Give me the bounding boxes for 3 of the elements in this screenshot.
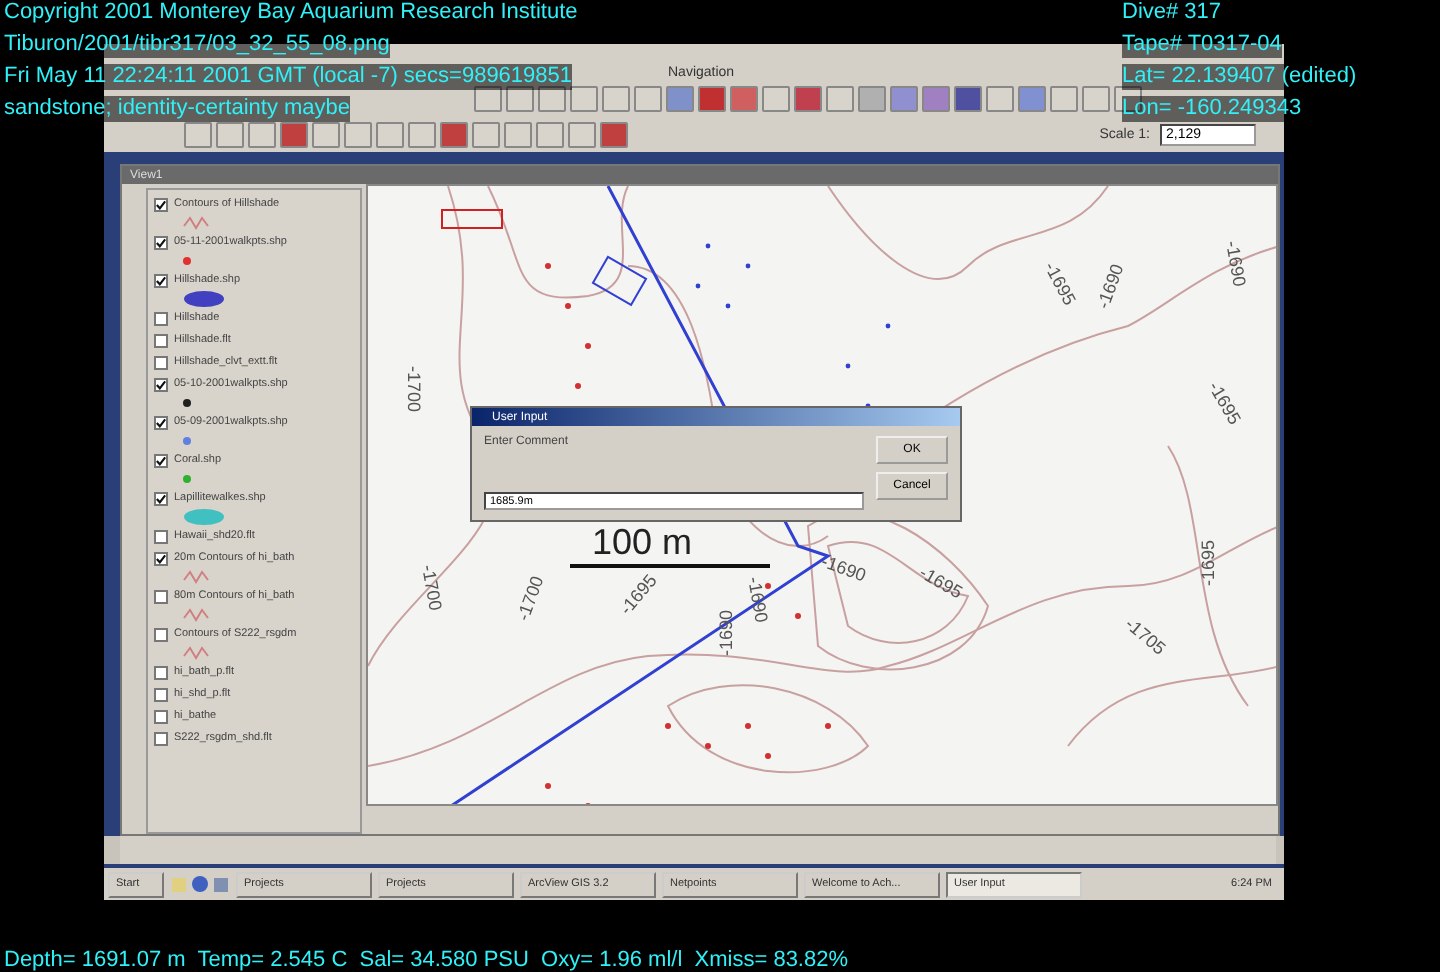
overlay-text: Copyright 2001 Monterey Bay Aquarium Research Institute — [4, 0, 578, 26]
scale-bar-label: 100 m — [592, 524, 693, 560]
telemetry-text: Depth= 1691.07 m Temp= 2.545 C Sal= 34.580 PSU Oxy= 1.96 ml/l Xmiss= 83.82% — [4, 948, 849, 972]
